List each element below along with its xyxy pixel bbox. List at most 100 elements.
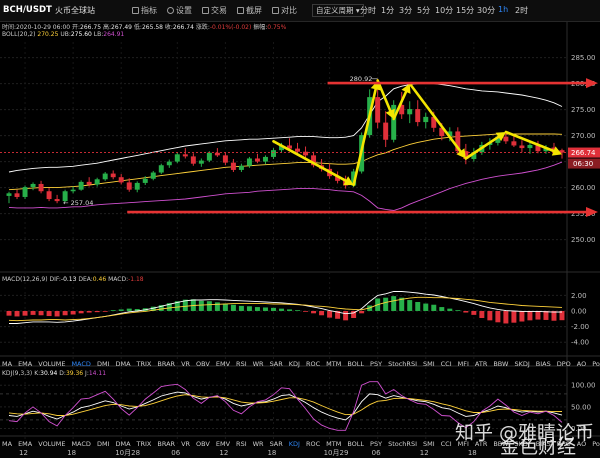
candle-body — [214, 152, 220, 156]
indicator-tab-lower-macd[interactable]: MACD — [71, 440, 90, 448]
time-tick-label: 18 — [267, 449, 276, 457]
indicator-tab-lower-vr[interactable]: VR — [181, 440, 190, 448]
indicator-tab-ema[interactable]: EMA — [18, 360, 32, 368]
candle-body — [150, 172, 156, 179]
indicator-tab-trix[interactable]: TRIX — [137, 360, 152, 368]
candle-body — [222, 155, 228, 163]
indicator-tab-lower-ma[interactable]: MA — [2, 440, 12, 448]
macd-histogram-bar — [110, 310, 116, 311]
macd-histogram-bar — [38, 310, 44, 316]
indicator-tab-lower-mtm[interactable]: MTM — [326, 440, 341, 448]
indicator-tab-cci[interactable]: CCI — [441, 360, 452, 368]
indicator-tab-smi[interactable]: SMI — [423, 360, 435, 368]
indicator-tab-lower-kdj[interactable]: KDJ — [289, 440, 300, 448]
macd-histogram-bar — [6, 310, 12, 316]
indicator-tab-lower-trix[interactable]: TRIX — [137, 440, 152, 448]
indicator-tab-macd[interactable]: MACD — [71, 360, 90, 368]
price-tick-label: 250.00 — [571, 236, 596, 244]
macd-histogram-bar — [214, 302, 220, 311]
candle-body — [30, 183, 36, 188]
macd-histogram-bar — [519, 310, 525, 322]
indicator-tab-lower-cci[interactable]: CCI — [441, 440, 452, 448]
candle-body — [190, 156, 196, 164]
candle-body — [6, 193, 12, 196]
indicator-tab-lower-boll[interactable]: BOLL — [347, 440, 364, 448]
candle-body — [238, 165, 244, 170]
indicator-tab-sar[interactable]: SAR — [270, 360, 283, 368]
indicator-tab-lower-psy[interactable]: PSY — [370, 440, 382, 448]
indicator-tab-volume[interactable]: VOLUME — [38, 360, 65, 368]
macd-histogram-bar — [206, 301, 212, 311]
macd-histogram-bar — [246, 306, 252, 311]
indicator-tab-emv[interactable]: EMV — [216, 360, 230, 368]
candle-body — [423, 116, 429, 123]
time-tick-label: 06 — [171, 449, 180, 457]
indicator-tab-mfi[interactable]: MFI — [458, 360, 469, 368]
indicator-tab-vr[interactable]: VR — [181, 360, 190, 368]
indicator-tab-stochrsi[interactable]: StochRSI — [388, 360, 417, 368]
candle-body — [110, 173, 116, 178]
indicator-tab-lower-smi[interactable]: SMI — [423, 440, 435, 448]
macd-histogram-bar — [86, 310, 92, 313]
time-tick-label: 12 — [219, 449, 228, 457]
macd-histogram-bar — [46, 310, 52, 317]
indicator-tab-ma[interactable]: MA — [2, 360, 12, 368]
indicator-tab-bias[interactable]: BIAS — [536, 360, 551, 368]
indicator-tab-dpo[interactable]: DPO — [557, 360, 571, 368]
candle-body — [102, 173, 108, 180]
indicator-tab-lower-rsi[interactable]: RSI — [236, 440, 247, 448]
chart-canvas[interactable]: 250.00255.00260.00265.00270.00275.00280.… — [0, 0, 600, 458]
indicator-tab-ao[interactable]: AO — [577, 360, 586, 368]
macd-histogram-bar — [487, 310, 493, 321]
indicator-tab-lower-stochrsi[interactable]: StochRSI — [388, 440, 417, 448]
indicator-tab-lower-wr[interactable]: WR — [253, 440, 264, 448]
macd-histogram-bar — [479, 310, 485, 318]
candle-body — [270, 150, 276, 157]
price-tick-label: 285.00 — [571, 54, 596, 62]
macd-dea-line — [8, 296, 563, 322]
indicator-tab-lower-sar[interactable]: SAR — [270, 440, 283, 448]
indicator-tab-lower-ema[interactable]: EMA — [18, 440, 32, 448]
macd-histogram-bar — [527, 310, 533, 321]
candle-body — [295, 148, 301, 152]
macd-histogram-bar — [407, 300, 413, 311]
indicator-tab-roc[interactable]: ROC — [306, 360, 320, 368]
macd-tick-label: -4.00 — [571, 339, 589, 347]
macd-histogram-bar — [70, 310, 76, 315]
kdj-d-value: 39.36 — [65, 370, 84, 377]
macd-histogram-bar — [431, 304, 437, 311]
macd-readout: MACD(12,26,9) DIF:-0.13 DEA:0.46 MACD:-1… — [2, 276, 144, 283]
indicator-tab-bbw[interactable]: BBW — [493, 360, 508, 368]
indicator-tab-lower-roc[interactable]: ROC — [306, 440, 320, 448]
macd-histogram-bar — [463, 310, 469, 313]
indicator-tab-lower-emv[interactable]: EMV — [216, 440, 230, 448]
indicator-tab-rsi[interactable]: RSI — [236, 360, 247, 368]
indicator-tab-mtm[interactable]: MTM — [326, 360, 341, 368]
macd-dif-line — [9, 291, 563, 324]
indicator-tab-brar[interactable]: BRAR — [157, 360, 175, 368]
indicator-tab-lower-volume[interactable]: VOLUME — [38, 440, 65, 448]
indicator-tab-lower-dmi[interactable]: DMI — [97, 440, 110, 448]
candle-body — [78, 181, 84, 190]
candle-body — [182, 154, 188, 157]
indicator-tabs-macd-panel: MA EMA VOLUME MACD DMI DMA TRIX BRAR VR OBV EMV RSI… — [2, 360, 600, 368]
indicator-tab-lower-brar[interactable]: BRAR — [157, 440, 175, 448]
candle-body — [519, 145, 525, 149]
indicator-tab-lower-dma[interactable]: DMA — [115, 440, 130, 448]
candle-body — [383, 122, 389, 140]
indicator-tab-wr[interactable]: WR — [253, 360, 264, 368]
indicator-tab-kdj[interactable]: KDJ — [289, 360, 300, 368]
kdj-tick-label: 50.00 — [571, 403, 591, 411]
macd-dea-value: 0.46 — [92, 276, 107, 283]
indicator-tab-boll[interactable]: BOLL — [347, 360, 364, 368]
indicator-tab-atr[interactable]: ATR — [475, 360, 487, 368]
indicator-tab-dma[interactable]: DMA — [115, 360, 130, 368]
indicator-tab-dmi[interactable]: DMI — [97, 360, 110, 368]
indicator-tab-position[interactable]: Position — [592, 360, 600, 368]
indicator-tab-obv[interactable]: OBV — [196, 360, 210, 368]
red-level-arrow — [127, 207, 598, 218]
indicator-tab-lower-obv[interactable]: OBV — [196, 440, 210, 448]
indicator-tab-skdj[interactable]: SKDJ — [514, 360, 529, 368]
macd-histogram-bar — [319, 310, 325, 316]
indicator-tab-psy[interactable]: PSY — [370, 360, 382, 368]
